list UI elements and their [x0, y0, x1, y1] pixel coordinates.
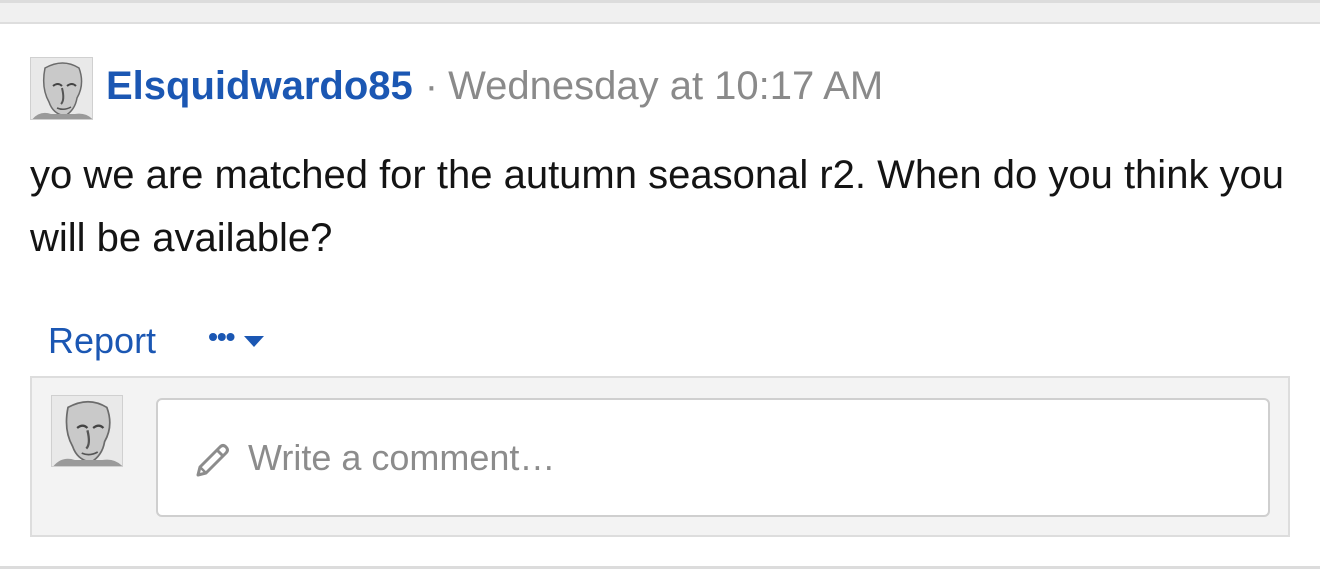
author-avatar[interactable] — [30, 57, 93, 120]
post-timestamp[interactable]: Wednesday at 10:17 AM — [448, 64, 883, 109]
pencil-icon — [196, 443, 229, 476]
comment-input[interactable]: Write a comment… — [156, 398, 1270, 517]
post-actions: Report ••• — [48, 320, 265, 362]
more-options-menu[interactable]: ••• — [208, 323, 265, 355]
comment-composer: Write a comment… — [30, 376, 1290, 537]
author-username-link[interactable]: Elsquidwardo85 — [106, 64, 413, 109]
user-avatar-icon — [31, 58, 92, 119]
comment-placeholder: Write a comment… — [248, 436, 556, 478]
ellipsis-icon: ••• — [208, 321, 235, 352]
profile-post: Elsquidwardo85 · Wednesday at 10:17 AM y… — [0, 24, 1320, 567]
top-divider-strip — [0, 0, 1320, 24]
user-avatar-icon — [52, 396, 122, 466]
post-message: yo we are matched for the autumn seasona… — [30, 153, 1285, 260]
post-header: Elsquidwardo85 · Wednesday at 10:17 AM — [106, 64, 883, 114]
caret-down-icon — [244, 335, 265, 347]
current-user-avatar — [51, 395, 123, 467]
report-link[interactable]: Report — [48, 320, 156, 362]
header-separator: · — [424, 64, 439, 108]
